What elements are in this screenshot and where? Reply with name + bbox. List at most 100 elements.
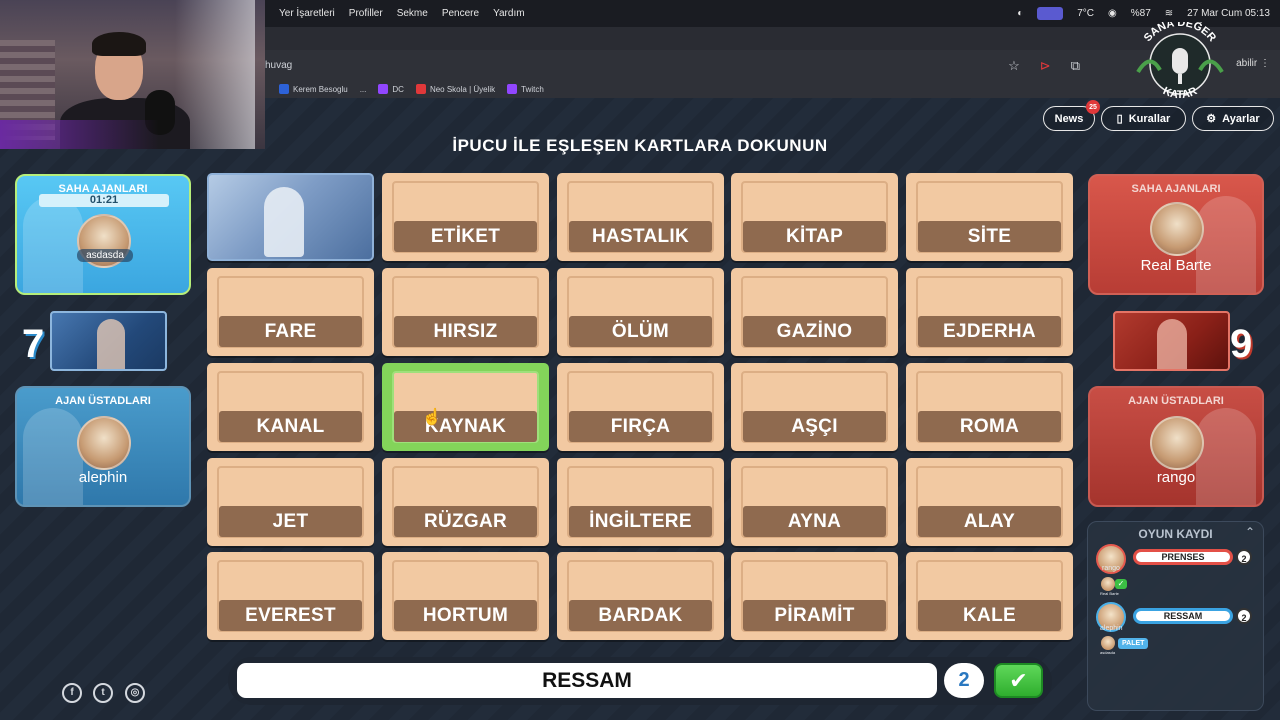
word-card[interactable]: KAYNAK ☝ [382,363,549,451]
game-log-title: OYUN KAYDI [1138,527,1213,541]
word-card[interactable] [207,173,374,261]
extension-icon[interactable]: ⊳ [1040,58,1051,74]
log-player-name: alephin [1100,625,1123,632]
news-count-badge: 25 [1086,100,1100,114]
submit-clue-button[interactable]: ✔ [994,663,1043,698]
bookmark-kerem[interactable]: Kerem Besoglu [279,84,348,94]
menu-tab[interactable]: Sekme [397,8,428,19]
bookmark-label: DC [392,84,404,94]
log-guesser-avatar [1101,577,1115,591]
player-avatar[interactable] [1150,202,1204,256]
card-word: KAYNAK [394,411,537,442]
card-word: FARE [219,316,362,347]
player-name: alephin [78,469,128,486]
word-card[interactable]: ETİKET [382,173,549,261]
bookmark-ellipsis[interactable]: ... [360,85,367,94]
word-card[interactable]: EJDERHA [906,268,1073,356]
player-avatar[interactable] [77,416,131,470]
gear-icon: ⚙ [1206,113,1217,125]
screen-mirror-icon[interactable] [1037,7,1064,20]
word-card[interactable]: EVEREST [207,552,374,640]
word-card[interactable]: HASTALIK [557,173,724,261]
clue-count[interactable]: 2 [944,663,984,698]
bookmark-dc[interactable]: DC [378,84,404,94]
card-word: EJDERHA [918,316,1061,347]
rules-button[interactable]: ▯ Kurallar [1101,106,1186,131]
word-card[interactable]: PİRAMİT [731,552,898,640]
player-avatar[interactable] [1150,416,1204,470]
battery-status[interactable]: %87 [1131,8,1151,19]
menu-bookmarks[interactable]: Yer İşaretleri [279,8,335,19]
word-card[interactable]: BARDAK [557,552,724,640]
word-card[interactable]: KANAL [207,363,374,451]
bookmark-label: ... [359,84,367,94]
word-card[interactable]: HIRSIZ [382,268,549,356]
bookmark-neo-skola[interactable]: Neo Skola | Üyelik [415,84,495,94]
wifi-icon[interactable]: ≋ [1165,8,1173,19]
instagram-icon[interactable]: ◎ [125,683,145,703]
clue-input[interactable]: RESSAM [237,663,937,698]
weather-temp[interactable]: 7°C [1077,8,1094,19]
word-card[interactable]: FARE [207,268,374,356]
webcam-purple-light [0,120,265,149]
chevron-up-icon[interactable]: ⌃ [1245,525,1255,539]
card-word: AYNA [743,506,886,537]
check-icon: ✓ [1115,579,1127,589]
settings-button[interactable]: ⚙ Ayarlar [1192,106,1274,131]
instruction-text: İPUCU İLE EŞLEŞEN KARTLARA DOKUNUN [452,136,828,155]
card-word: KANAL [219,411,362,442]
profile-button[interactable]: abilir ⋮ [1236,58,1270,69]
url-field[interactable]: huvag [265,60,292,71]
bookmark-icon: ▯ [1116,113,1123,125]
card-word: FIRÇA [569,411,712,442]
card-word: PİRAMİT [743,600,886,631]
word-card[interactable]: KİTAP [731,173,898,261]
twitter-icon[interactable]: t [93,683,113,703]
puzzle-icon[interactable]: ⧉ [1071,58,1080,74]
word-card[interactable]: ALAY [906,458,1073,546]
word-card[interactable]: GAZİNO [731,268,898,356]
card-word: HASTALIK [569,221,712,252]
pointer-cursor-icon: ☝ [422,409,442,426]
card-word: KİTAP [743,221,886,252]
word-card[interactable]: ÖLÜM [557,268,724,356]
bookmark-twitch[interactable]: Twitch [507,84,544,94]
menu-window[interactable]: Pencere [442,8,479,19]
card-word: EVEREST [219,600,362,631]
red-agent-card [1113,311,1230,371]
word-card[interactable]: HORTUM [382,552,549,640]
red-spymaster-panel: AJAN ÜSTADLARI rango [1088,386,1264,507]
blue-agent-card [50,311,167,371]
word-card[interactable]: KALE [906,552,1073,640]
media-icon[interactable]: ◉ [1108,8,1117,19]
log-clue: PRENSES [1133,549,1233,565]
word-card[interactable]: AYNA [731,458,898,546]
rules-label: Kurallar [1128,112,1171,125]
red-field-agents-panel: SAHA AJANLARI Real Barte [1088,174,1264,295]
behance-icon [279,84,289,94]
clock[interactable]: 27 Mar Cum 05:13 [1187,8,1270,19]
webcam-overlay [0,0,265,149]
turn-timer: 01:21 [39,194,169,207]
word-card[interactable]: AŞÇI [731,363,898,451]
panel-title: AJAN ÜSTADLARI [55,395,151,407]
facebook-icon[interactable]: f [62,683,82,703]
menu-help[interactable]: Yardım [493,8,525,19]
card-word: HORTUM [394,600,537,631]
word-card[interactable]: ROMA [906,363,1073,451]
card-word: GAZİNO [743,316,886,347]
star-icon[interactable]: ☆ [1008,58,1020,74]
log-clue-count: 2 [1236,549,1252,565]
agent-figure [1157,319,1187,369]
word-card[interactable]: FIRÇA [557,363,724,451]
blue-score: 7 [22,322,45,366]
control-center-icon[interactable]: ◐ [1017,8,1023,19]
word-card[interactable]: İNGİLTERE [557,458,724,546]
player-name: Real Barte [1140,257,1212,274]
menu-profiles[interactable]: Profiller [349,8,383,19]
word-card[interactable]: SİTE [906,173,1073,261]
log-guesser-name: asdasda [1100,650,1116,655]
news-button[interactable]: News 25 [1043,100,1100,131]
word-card[interactable]: JET [207,458,374,546]
word-card[interactable]: RÜZGAR [382,458,549,546]
